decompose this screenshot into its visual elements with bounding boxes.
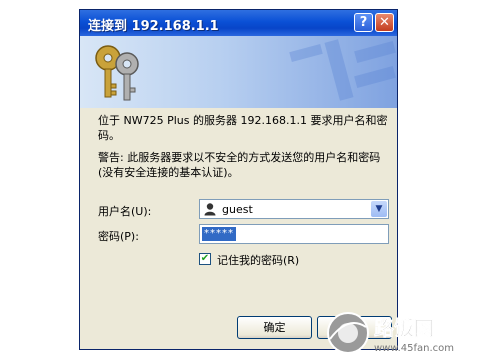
remember-password-label: 记住我的密码(R) [217, 254, 300, 267]
password-field[interactable]: ***** [199, 224, 389, 244]
watermark-brand: 路饭网 [374, 316, 434, 340]
ok-button[interactable]: 确定 [237, 316, 312, 339]
close-button[interactable]: ✕ [375, 13, 394, 32]
banner-art [95, 39, 396, 101]
chevron-down-icon[interactable]: ▼ [371, 201, 387, 217]
dialog-title: 连接到 192.168.1.1 [88, 19, 219, 34]
security-warning: 警告: 此服务器要求以不安全的方式发送您的用户名和密码(没有安全连接的基本认证)… [98, 151, 381, 179]
watermark-logo: 路饭网 www.45fan.com [327, 312, 454, 354]
server-message: 位于 NW725 Plus 的服务器 192.168.1.1 要求用户名和密码。 [98, 114, 388, 142]
username-value: guest [222, 203, 253, 216]
user-icon [204, 203, 216, 216]
banner-decoration [289, 39, 396, 101]
login-dialog: 连接到 192.168.1.1 ? ✕ 位于 NW725 Plus 的服务器 1… [79, 9, 398, 350]
banner [80, 36, 397, 108]
username-combobox[interactable]: guest ▼ [199, 199, 389, 219]
keys-icon [95, 45, 139, 101]
title-bar[interactable]: 连接到 192.168.1.1 ? ✕ [80, 10, 397, 36]
username-label: 用户名(U): [98, 205, 152, 218]
password-value: ***** [202, 227, 236, 241]
password-label: 密码(P): [98, 230, 139, 243]
watermark-url: www.45fan.com [374, 343, 454, 354]
remember-password-checkbox[interactable]: ✔ [199, 253, 211, 265]
help-button[interactable]: ? [354, 13, 373, 32]
